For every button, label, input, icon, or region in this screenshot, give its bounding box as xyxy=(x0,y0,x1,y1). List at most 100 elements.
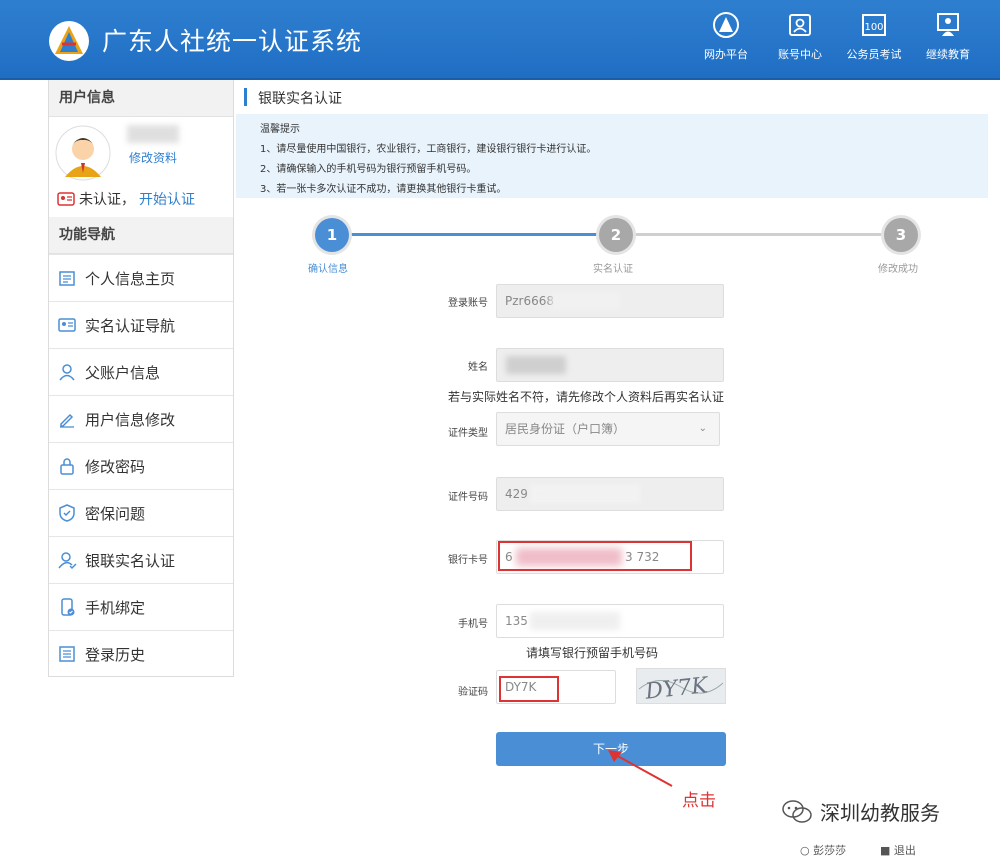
chevron-down-icon: ⌄ xyxy=(698,423,707,434)
id-card-warning-icon xyxy=(57,192,75,206)
sidebar-item-label: 银联实名认证 xyxy=(85,551,176,570)
user-icon xyxy=(59,364,75,381)
step-line-pending xyxy=(618,233,902,236)
shield-icon xyxy=(59,504,75,522)
logo-icon xyxy=(49,21,89,61)
id-number-label: 证件号码 xyxy=(448,492,488,503)
lock-icon xyxy=(60,458,74,475)
page-title: 银联实名认证 xyxy=(258,91,342,107)
top-nav-label: 网办平台 xyxy=(704,48,748,61)
sidebar-item-label: 个人信息主页 xyxy=(85,269,176,288)
name-label: 姓名 xyxy=(468,362,488,373)
list-icon xyxy=(59,646,75,662)
top-nav-label: 继续教育 xyxy=(926,48,970,61)
exam-icon: 100 xyxy=(862,14,886,36)
sidebar-item-parent-account[interactable]: 父账户信息 xyxy=(49,348,233,395)
top-nav-account-center[interactable]: 账号中心 xyxy=(768,10,832,62)
phone-hint: 请填写银行预留手机号码 xyxy=(526,646,659,660)
id-card-icon xyxy=(789,14,811,36)
id-card-icon xyxy=(58,318,76,332)
step-line-done xyxy=(332,233,618,236)
id-type-select[interactable]: 居民身份证（户口簿） ⌄ xyxy=(496,412,720,446)
account-label: 登录账号 xyxy=(448,298,488,309)
function-nav: 个人信息主页 实名认证导航 父账户信息 用户信息修改 修改密码 密保问题 银联实… xyxy=(49,254,233,677)
sidebar-item-label: 手机绑定 xyxy=(85,598,146,617)
user-circle-icon: ○ xyxy=(800,844,810,857)
sidebar-item-edit-user-info[interactable]: 用户信息修改 xyxy=(49,395,233,442)
tips-panel: 温馨提示 1、请尽量使用中国银行，农业银行，工商银行，建设银行银行卡进行认证。 … xyxy=(236,114,988,198)
top-nav-civil-exam[interactable]: 100 公务员考试 xyxy=(842,10,906,62)
progress-steps: 1 2 3 确认信息 实名认证 修改成功 xyxy=(236,210,996,280)
watermark-text: 深圳幼教服务 xyxy=(820,801,940,825)
home-icon xyxy=(59,271,75,286)
user-check-icon xyxy=(58,552,77,570)
captcha-image-text: DY7K xyxy=(643,673,710,703)
sidebar-item-security-question[interactable]: 密保问题 xyxy=(49,489,233,536)
svg-text:100: 100 xyxy=(864,22,883,33)
step-2-circle: 2 xyxy=(599,218,633,252)
account-value: Pzr6668 xyxy=(505,294,555,308)
top-nav-label: 账号中心 xyxy=(778,48,822,61)
click-annotation: 点击 xyxy=(682,791,716,811)
phone-value: 135 xyxy=(505,614,528,628)
blurred-name xyxy=(506,356,566,374)
id-type-value: 居民身份证（户口簿） xyxy=(505,422,626,436)
id-type-label: 证件类型 xyxy=(448,428,488,439)
annotation-arrow xyxy=(608,750,673,787)
footer-logout-label: 退出 xyxy=(893,844,916,857)
phone-label: 手机号 xyxy=(458,619,488,630)
captcha-image[interactable]: DY7K xyxy=(636,668,726,705)
sidebar-item-unionpay-auth[interactable]: 银联实名认证 xyxy=(49,536,233,583)
sidebar: 用户信息 修改资料 未认证， 开始认证 功能导航 个人信息主页 实名认证导航 父… xyxy=(48,80,234,677)
emblem-icon xyxy=(713,12,739,38)
sidebar-item-label: 用户信息修改 xyxy=(85,410,176,429)
footer-logout[interactable]: ■ 退出 xyxy=(880,842,916,858)
sidebar-item-label: 密保问题 xyxy=(85,504,146,523)
watermark: 深圳幼教服务 xyxy=(782,797,940,826)
tip-line: 2、请确保输入的手机号码为银行预留手机号码。 xyxy=(260,164,477,175)
top-nav: 网办平台 账号中心 100 公务员考试 继续教育 xyxy=(694,10,980,62)
tip-line: 3、若一张卡多次认证不成功，请更换其他银行卡重试。 xyxy=(260,184,507,195)
step-1-circle: 1 xyxy=(315,218,349,252)
footer-user[interactable]: ○ 彭莎莎 xyxy=(800,842,846,858)
name-hint: 若与实际姓名不符，请先修改个人资料后再实名认证 xyxy=(448,390,725,404)
pencil-icon xyxy=(60,413,74,428)
bank-card-highlight xyxy=(498,541,692,571)
edit-profile-link[interactable]: 修改资料 xyxy=(129,149,177,166)
step-1-label: 确认信息 xyxy=(308,264,348,275)
sidebar-item-label: 修改密码 xyxy=(85,457,146,476)
step-3-label: 修改成功 xyxy=(878,264,918,275)
user-info-heading: 用户信息 xyxy=(49,80,233,117)
blurred-account-tail xyxy=(550,292,620,310)
logout-icon: ■ xyxy=(880,844,891,857)
sidebar-item-realname-nav[interactable]: 实名认证导航 xyxy=(49,301,233,348)
blurred-id-number xyxy=(530,485,640,503)
top-nav-label: 公务员考试 xyxy=(846,48,902,61)
sidebar-item-login-history[interactable]: 登录历史 xyxy=(49,630,233,677)
sidebar-item-label: 实名认证导航 xyxy=(85,316,176,335)
sidebar-item-phone-binding[interactable]: 手机绑定 xyxy=(49,583,233,630)
step-3-circle: 3 xyxy=(884,218,918,252)
start-certification-link[interactable]: 开始认证 xyxy=(139,189,195,209)
captcha-label: 验证码 xyxy=(458,687,488,698)
step-2-label: 实名认证 xyxy=(593,264,633,275)
blurred-phone xyxy=(530,612,620,630)
tips-title: 温馨提示 xyxy=(260,124,300,135)
blurred-username xyxy=(127,125,179,143)
bank-card-label: 银行卡号 xyxy=(448,555,488,566)
phone-icon xyxy=(61,598,75,616)
app-title: 广东人社统一认证系统 xyxy=(102,27,363,56)
wechat-icon xyxy=(782,799,812,823)
teacher-icon xyxy=(937,13,959,36)
top-nav-continuing-education[interactable]: 继续教育 xyxy=(916,10,980,62)
tip-line: 1、请尽量使用中国银行，农业银行，工商银行，建设银行银行卡进行认证。 xyxy=(260,144,597,155)
sidebar-item-profile-home[interactable]: 个人信息主页 xyxy=(49,254,233,301)
certification-status: 未认证， 开始认证 xyxy=(57,189,195,209)
profile-card: 修改资料 未认证， 开始认证 xyxy=(49,117,233,217)
cert-status-text: 未认证， xyxy=(79,192,135,208)
id-number-value: 429 xyxy=(505,487,528,501)
top-nav-online-platform[interactable]: 网办平台 xyxy=(694,10,758,62)
top-header: 广东人社统一认证系统 网办平台 账号中心 100 公务员考试 继续教育 xyxy=(0,0,1000,80)
function-nav-heading: 功能导航 xyxy=(49,217,233,254)
sidebar-item-change-password[interactable]: 修改密码 xyxy=(49,442,233,489)
